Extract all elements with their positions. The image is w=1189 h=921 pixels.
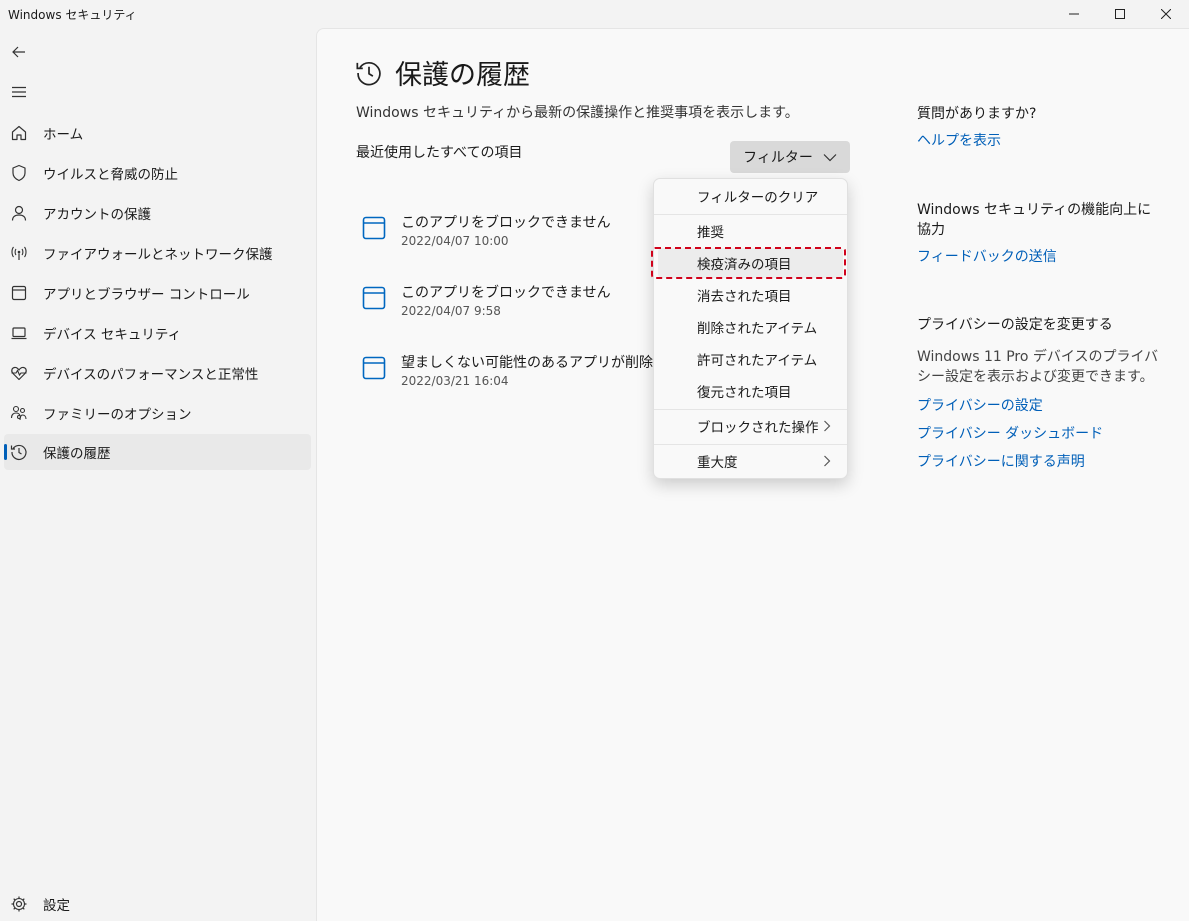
sidebar-item-label: ファイアウォールとネットワーク保護 [43, 247, 273, 263]
home-icon [10, 124, 28, 142]
sidebar-item-family[interactable]: ファミリーのオプション [4, 395, 311, 431]
gear-icon [10, 895, 28, 913]
menu-item-label: 重大度 [697, 455, 738, 471]
history-icon [356, 61, 381, 85]
sidebar-item-account[interactable]: アカウントの保護 [4, 195, 311, 231]
laptop-icon [10, 324, 28, 342]
history-item-date: 2022/04/07 9:58 [401, 304, 501, 318]
sidebar-item-label: アプリとブラウザー コントロール [43, 287, 250, 303]
privacy-heading: プライバシーの設定を変更する [917, 317, 1113, 333]
menu-separator [654, 444, 847, 445]
shield-icon [10, 164, 28, 182]
menu-item-label: 削除されたアイテム [697, 321, 818, 337]
menu-item-label: 許可されたアイテム [697, 353, 818, 369]
filter-clear-item[interactable]: フィルターのクリア [658, 181, 843, 211]
sidebar-item-virus-protection[interactable]: ウイルスと脅威の防止 [4, 155, 311, 191]
history-item-title: このアプリをブロックできません [401, 285, 611, 301]
privacy-description: Windows 11 Pro デバイスのプライバシー設定を表示および変更できます… [917, 349, 1159, 385]
filter-button-label: フィルター [743, 150, 813, 166]
person-icon [10, 204, 28, 222]
feedback-link[interactable]: フィードバックの送信 [917, 246, 1057, 266]
filter-item-restored[interactable]: 復元された項目 [658, 376, 843, 406]
filter-item-removed[interactable]: 削除されたアイテム [658, 312, 843, 342]
settings-label: 設定 [43, 898, 70, 914]
minimize-icon [1069, 13, 1079, 15]
chevron-right-icon [824, 455, 831, 467]
sidebar-item-label: 保護の履歴 [43, 446, 111, 462]
history-item-date: 2022/03/21 16:04 [401, 374, 509, 388]
filter-item-allowed[interactable]: 許可されたアイテム [658, 344, 843, 374]
sidebar-item-label: ファミリーのオプション [43, 407, 192, 423]
improve-heading: Windows セキュリティの機能向上に協力 [917, 202, 1152, 238]
sidebar-item-label: デバイス セキュリティ [43, 327, 182, 343]
filter-dropdown-menu: フィルターのクリア 推奨 検疫済みの項目 消去された項目 削除されたアイテム 許… [653, 178, 848, 479]
page-title: 保護の履歴 [395, 60, 530, 91]
menu-item-label: 検疫済みの項目 [697, 257, 792, 273]
sidebar-item-device-security[interactable]: デバイス セキュリティ [4, 315, 311, 351]
page-header: 保護の履歴 [355, 53, 530, 92]
privacy-dashboard-link[interactable]: プライバシー ダッシュボード [917, 423, 1103, 443]
back-arrow-icon [12, 46, 25, 58]
history-item[interactable]: このアプリをブロックできません 2022/04/07 9:58 [362, 282, 662, 322]
window-controls [1051, 0, 1189, 28]
wifi-antenna-icon [10, 244, 28, 262]
family-icon [10, 404, 28, 422]
history-item-title: このアプリをブロックできません [401, 215, 611, 231]
help-link[interactable]: ヘルプを表示 [917, 130, 1001, 150]
window-title: Windows セキュリティ [8, 7, 137, 22]
menu-separator [654, 214, 847, 215]
sidebar-item-app-browser[interactable]: アプリとブラウザー コントロール [4, 275, 311, 311]
heart-pulse-icon [10, 364, 28, 382]
chevron-down-icon [823, 153, 837, 161]
filter-button[interactable]: フィルター [730, 141, 850, 173]
close-button[interactable] [1143, 0, 1189, 28]
app-window-icon [362, 216, 386, 240]
history-icon [10, 443, 28, 461]
app-window-icon [362, 356, 386, 380]
question-heading: 質問がありますか? [917, 106, 1037, 122]
filter-item-severity[interactable]: 重大度 [658, 446, 843, 476]
menu-item-label: 推奨 [697, 225, 724, 241]
history-item-title: 望ましくない可能性のあるアプリが削除され [401, 355, 681, 371]
app-window-icon [362, 286, 386, 310]
menu-item-label: 消去された項目 [697, 289, 792, 305]
history-item[interactable]: 望ましくない可能性のあるアプリが削除され 2022/03/21 16:04 [362, 352, 681, 392]
browser-window-icon [10, 284, 28, 302]
filter-item-quarantined[interactable]: 検疫済みの項目 [658, 248, 843, 278]
menu-item-label: フィルターのクリア [697, 190, 819, 206]
privacy-statement-link[interactable]: プライバシーに関する声明 [917, 451, 1085, 471]
history-item[interactable]: このアプリをブロックできません 2022/04/07 10:00 [362, 212, 662, 252]
menu-item-label: 復元された項目 [697, 385, 792, 401]
menu-separator [654, 409, 847, 410]
page-subtitle: Windows セキュリティから最新の保護操作と推奨事項を表示します。 [356, 105, 799, 121]
filter-item-recommended[interactable]: 推奨 [658, 216, 843, 246]
sidebar-item-label: ホーム [43, 127, 84, 143]
close-icon [1161, 9, 1171, 19]
recent-items-label: 最近使用したすべての項目 [356, 145, 523, 161]
sidebar-item-label: デバイスのパフォーマンスと正常性 [43, 367, 259, 383]
maximize-button[interactable] [1097, 0, 1143, 28]
filter-item-blocked-actions[interactable]: ブロックされた操作 [658, 411, 843, 441]
sidebar-item-home[interactable]: ホーム [4, 115, 311, 151]
menu-button[interactable] [8, 81, 30, 103]
privacy-settings-link[interactable]: プライバシーの設定 [917, 395, 1043, 415]
sidebar-item-protection-history[interactable]: 保護の履歴 [4, 434, 311, 470]
sidebar-item-firewall[interactable]: ファイアウォールとネットワーク保護 [4, 235, 311, 271]
sidebar: ホーム ウイルスと脅威の防止 アカウントの保護 ファイアウォールとネットワーク保… [0, 28, 316, 921]
sidebar-item-device-performance[interactable]: デバイスのパフォーマンスと正常性 [4, 355, 311, 391]
menu-item-label: ブロックされた操作 [697, 420, 819, 436]
chevron-right-icon [824, 420, 831, 432]
maximize-icon [1115, 9, 1125, 19]
filter-item-cleaned[interactable]: 消去された項目 [658, 280, 843, 310]
sidebar-item-label: アカウントの保護 [43, 207, 151, 223]
back-button[interactable] [8, 41, 30, 63]
hamburger-icon [12, 86, 26, 98]
sidebar-item-settings[interactable]: 設定 [4, 886, 311, 921]
title-bar: Windows セキュリティ [0, 0, 1189, 28]
minimize-button[interactable] [1051, 0, 1097, 28]
sidebar-item-label: ウイルスと脅威の防止 [43, 167, 178, 183]
history-item-date: 2022/04/07 10:00 [401, 234, 509, 248]
